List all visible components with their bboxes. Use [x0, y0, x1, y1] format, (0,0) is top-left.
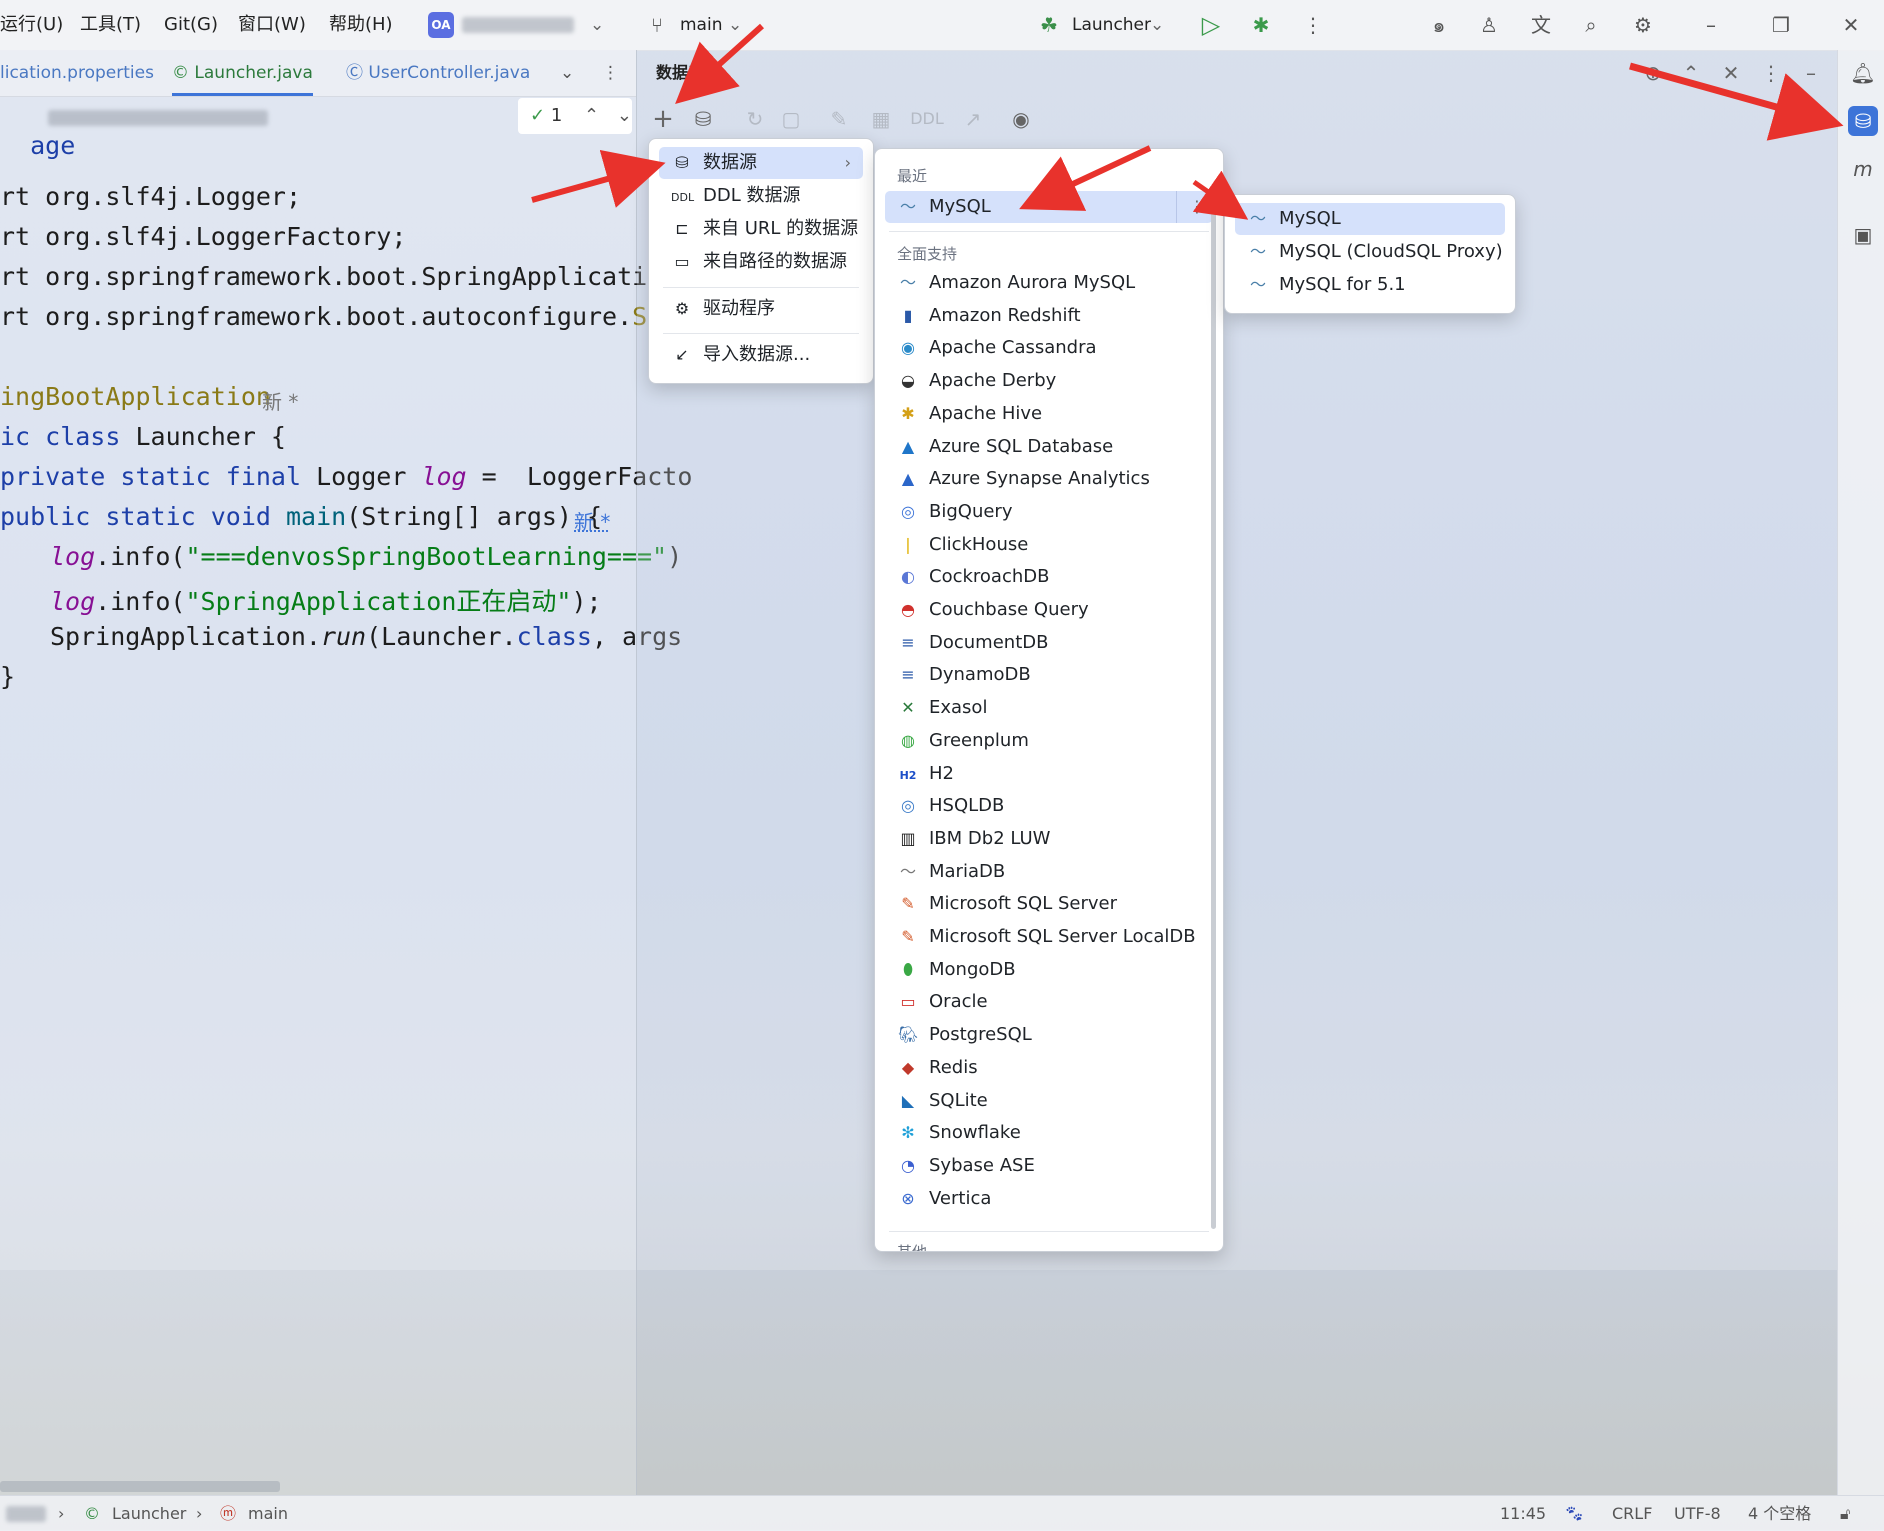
- arrow-to-recent-mysql: [1019, 145, 1152, 211]
- arrow-to-mysql-variant: [1192, 170, 1249, 220]
- arrow-to-datasource: [531, 149, 666, 208]
- arrow-to-add-button: [675, 23, 765, 105]
- arrow-to-database-tool: [1629, 62, 1844, 141]
- annotation-arrows: [531, 23, 1844, 220]
